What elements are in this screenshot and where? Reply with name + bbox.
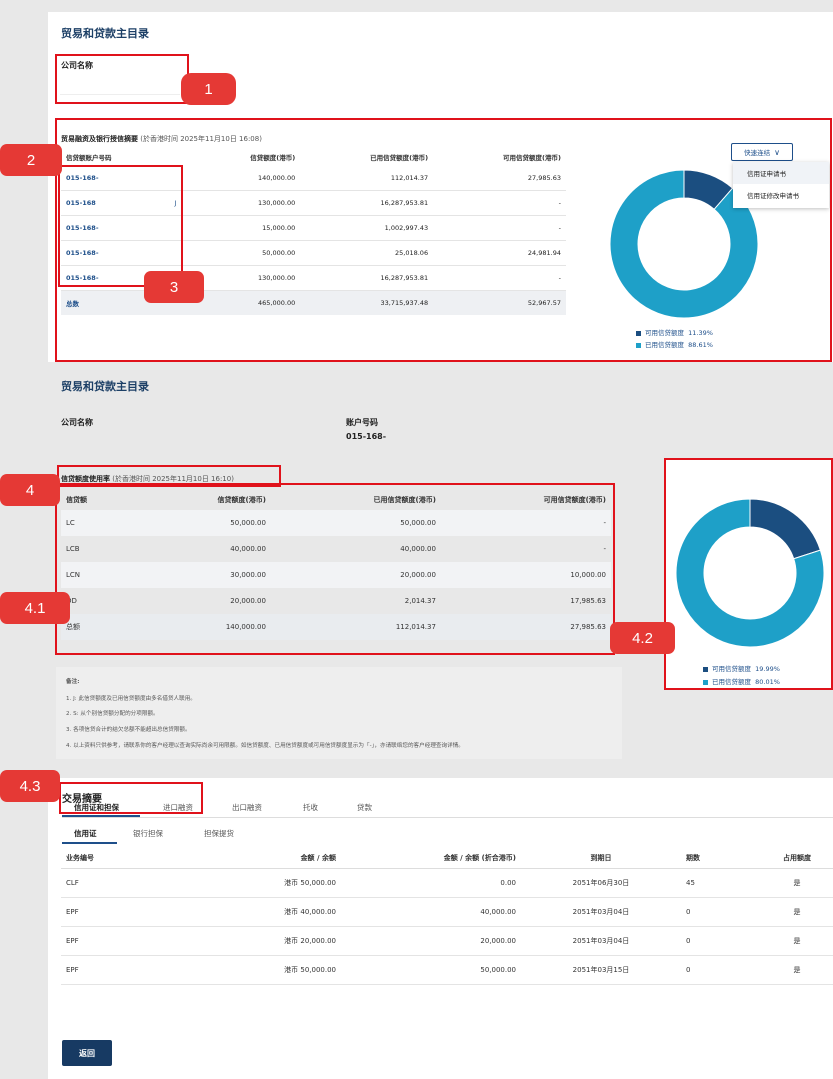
note-line: 4. 以上资料只供参考，请联系你的客户经理以查询实际尚余可用限额。如信贷额度、已… bbox=[66, 743, 464, 749]
period-cell: 0 bbox=[681, 955, 761, 985]
period-cell: 45 bbox=[681, 868, 761, 898]
annotation-box-4-1 bbox=[55, 483, 615, 655]
amount-cell: 港币 40,000.00 bbox=[221, 897, 341, 927]
note-line: 1. J: 此信贷额度及已用信贷额度由多名借贷人联用。 bbox=[66, 696, 196, 702]
transaction-table: 业务编号 金额 / 余额 金额 / 余额 (折合港币) 到期日 期数 占用额度 … bbox=[61, 848, 833, 985]
col-header: 业务编号 bbox=[61, 848, 221, 869]
section-title: 贸易和贷款主目录 bbox=[61, 380, 149, 393]
reference-cell: EPF bbox=[61, 926, 221, 956]
annotation-box-1 bbox=[55, 54, 189, 104]
note-line: 3. 各项信贷合计的结欠总额不能超出总信贷限额。 bbox=[66, 727, 191, 733]
marker-4-3: 4.3 bbox=[0, 770, 60, 802]
expiry-cell: 2051年06月30日 bbox=[521, 868, 681, 898]
reference-cell: EPF bbox=[61, 897, 221, 927]
table-row: EPF 港币 40,000.00 40,000.00 2051年03月04日 0… bbox=[61, 897, 833, 927]
back-button[interactable]: 返回 bbox=[62, 1040, 112, 1066]
tabs-divider bbox=[62, 817, 833, 818]
hkd-amount-cell: 40,000.00 bbox=[341, 897, 521, 927]
occupy-cell: 是 bbox=[761, 868, 833, 898]
note-line: 2. S: 从个别信贷额分配的分项限额。 bbox=[66, 711, 159, 717]
expiry-cell: 2051年03月04日 bbox=[521, 897, 681, 927]
table-row: CLF 港币 50,000.00 0.00 2051年06月30日 45 是 bbox=[61, 868, 833, 898]
tab-export-finance[interactable]: 出口融资 bbox=[232, 802, 262, 813]
table-row: EPF 港币 20,000.00 20,000.00 2051年03月04日 0… bbox=[61, 926, 833, 956]
period-cell: 0 bbox=[681, 926, 761, 956]
account-label: 账户号码 bbox=[346, 418, 378, 427]
occupy-cell: 是 bbox=[761, 897, 833, 927]
expiry-cell: 2051年03月15日 bbox=[521, 955, 681, 985]
subtab-bank-guarantee[interactable]: 银行担保 bbox=[133, 828, 163, 839]
page-title: 贸易和贷款主目录 bbox=[61, 27, 149, 40]
occupy-cell: 是 bbox=[761, 926, 833, 956]
subtab-shipping-guarantee[interactable]: 担保提货 bbox=[204, 828, 234, 839]
active-subtab-underline bbox=[62, 842, 117, 844]
annotation-box-4-3 bbox=[59, 782, 203, 814]
company-label: 公司名称 bbox=[61, 418, 93, 427]
marker-4-2: 4.2 bbox=[610, 622, 675, 654]
col-header: 金额 / 余额 (折合港币) bbox=[341, 848, 521, 869]
hkd-amount-cell: 50,000.00 bbox=[341, 955, 521, 985]
col-header: 金额 / 余额 bbox=[221, 848, 341, 869]
marker-4: 4 bbox=[0, 474, 60, 506]
account-value: 015-168- bbox=[346, 432, 387, 441]
marker-3: 3 bbox=[144, 271, 204, 303]
hkd-amount-cell: 20,000.00 bbox=[341, 926, 521, 956]
marker-2: 2 bbox=[0, 144, 62, 176]
marker-1: 1 bbox=[181, 73, 236, 105]
marker-4-1: 4.1 bbox=[0, 592, 70, 624]
amount-cell: 港币 50,000.00 bbox=[221, 868, 341, 898]
col-header: 占用额度 bbox=[761, 848, 833, 869]
amount-cell: 港币 20,000.00 bbox=[221, 926, 341, 956]
occupy-cell: 是 bbox=[761, 955, 833, 985]
annotation-box-4-2 bbox=[664, 458, 833, 690]
col-header: 到期日 bbox=[521, 848, 681, 869]
expiry-cell: 2051年03月04日 bbox=[521, 926, 681, 956]
hkd-amount-cell: 0.00 bbox=[341, 868, 521, 898]
subtab-lc[interactable]: 信用证 bbox=[74, 828, 97, 839]
annotation-box-3 bbox=[58, 165, 183, 287]
period-cell: 0 bbox=[681, 897, 761, 927]
reference-cell: EPF bbox=[61, 955, 221, 985]
table-row: EPF 港币 50,000.00 50,000.00 2051年03月15日 0… bbox=[61, 955, 833, 985]
tab-loans[interactable]: 贷款 bbox=[357, 802, 372, 813]
notes-title: 备注: bbox=[66, 679, 80, 685]
col-header: 期数 bbox=[681, 848, 761, 869]
amount-cell: 港币 50,000.00 bbox=[221, 955, 341, 985]
tab-collection[interactable]: 托收 bbox=[303, 802, 318, 813]
reference-cell: CLF bbox=[61, 868, 221, 898]
